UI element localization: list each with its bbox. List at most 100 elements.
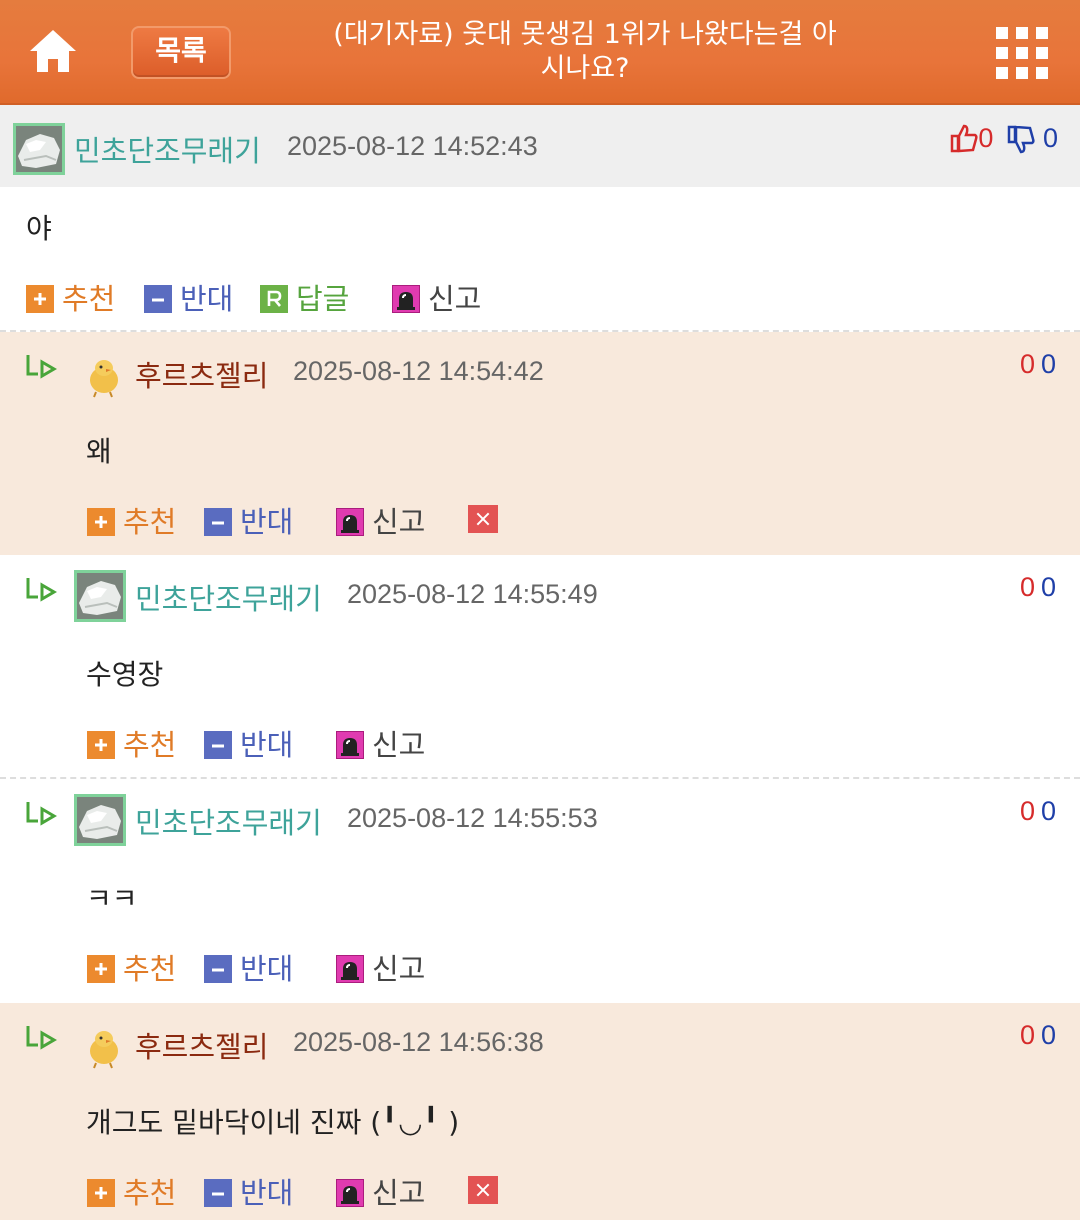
up-count: 0 — [1019, 349, 1035, 379]
avatar[interactable] — [74, 794, 126, 846]
oppose-button[interactable]: 반대 — [204, 722, 293, 764]
post-body: 야 — [26, 212, 52, 245]
comment-item: 후르츠젤리 2025-08-12 14:54:42 00 왜 추천 반대 신고 — [0, 332, 1080, 555]
thumbs-down-icon — [1007, 125, 1035, 154]
title-line-2: 시나요? — [540, 53, 630, 84]
up-count: 0 — [1019, 796, 1035, 826]
stone-avatar-icon — [77, 797, 123, 843]
down-count: 0 — [1040, 796, 1056, 826]
minus-icon — [204, 955, 232, 983]
report-label: 신고 — [372, 1176, 426, 1210]
comment-body: 왜 — [86, 435, 112, 468]
home-button[interactable] — [26, 26, 80, 76]
r-icon — [260, 285, 288, 313]
plus-icon — [26, 285, 54, 313]
timestamp: 2025-08-12 14:55:49 — [347, 579, 598, 609]
report-button[interactable]: 신고 — [392, 276, 481, 318]
oppose-label: 반대 — [240, 505, 294, 539]
author-name[interactable]: 민초단조무래기 — [135, 800, 322, 842]
recommend-button[interactable]: 추천 — [87, 946, 176, 988]
post-body-section: 야 추천 반대 답글 신고 — [0, 187, 1080, 332]
recommend-button[interactable]: 추천 — [87, 499, 176, 541]
avatar[interactable] — [84, 354, 124, 398]
reply-arrow-icon — [26, 578, 57, 602]
report-button[interactable]: 신고 — [336, 946, 425, 988]
reply-label: 답글 — [296, 282, 350, 316]
minus-icon — [204, 1179, 232, 1207]
reply-arrow-icon — [26, 1026, 57, 1050]
comment-item: 민초단조무래기 2025-08-12 14:55:49 00 수영장 추천 반대… — [0, 555, 1080, 779]
report-button[interactable]: 신고 — [336, 722, 425, 764]
down-count: 0 — [1040, 1020, 1056, 1050]
comment-body: 개그도 밑바닥이네 진짜 (╹◡╹ ) — [86, 1106, 460, 1139]
timestamp: 2025-08-12 14:54:42 — [293, 356, 544, 386]
siren-icon — [336, 955, 364, 983]
oppose-label: 반대 — [240, 1176, 294, 1210]
vote-counts: 0 0 — [950, 123, 1058, 155]
oppose-label: 반대 — [240, 728, 294, 762]
recommend-button[interactable]: 추천 — [87, 722, 176, 764]
down-count: 0 — [1040, 572, 1056, 602]
down-count: 0 — [1040, 349, 1056, 379]
list-button[interactable]: 목록 — [131, 26, 231, 79]
post-header: 민초단조무래기 2025-08-12 14:52:43 0 0 — [0, 105, 1080, 187]
up-count: 0 — [1019, 1020, 1035, 1050]
author-name[interactable]: 민초단조무래기 — [74, 128, 261, 170]
report-label: 신고 — [428, 282, 482, 316]
report-label: 신고 — [372, 505, 426, 539]
home-icon — [30, 30, 76, 72]
timestamp: 2025-08-12 14:55:53 — [347, 803, 598, 833]
top-bar: 목록 (대기자료) 웃대 못생김 1위가 나왔다는걸 아 시나요? — [0, 0, 1080, 105]
recommend-button[interactable]: 추천 — [26, 276, 115, 318]
avatar[interactable] — [74, 570, 126, 622]
vote-counts: 00 — [1020, 572, 1056, 603]
comment-body: 수영장 — [86, 658, 164, 691]
recommend-button[interactable]: 추천 — [87, 1170, 176, 1212]
siren-icon — [392, 285, 420, 313]
minus-icon — [204, 508, 232, 536]
oppose-button[interactable]: 반대 — [204, 1170, 293, 1212]
vote-counts: 00 — [1020, 349, 1056, 380]
comment-item: 민초단조무래기 2025-08-12 14:55:53 00 ㅋㅋ 추천 반대 … — [0, 779, 1080, 1003]
reply-arrow-icon — [26, 802, 57, 826]
siren-icon — [336, 731, 364, 759]
recommend-label: 추천 — [123, 505, 177, 539]
avatar[interactable] — [13, 123, 65, 175]
siren-icon — [336, 508, 364, 536]
oppose-label: 반대 — [180, 282, 234, 316]
recommend-label: 추천 — [62, 282, 116, 316]
avatar[interactable] — [84, 1025, 124, 1069]
report-button[interactable]: 신고 — [336, 1170, 425, 1212]
author-name[interactable]: 후르츠젤리 — [135, 353, 268, 395]
author-name[interactable]: 후르츠젤리 — [135, 1024, 268, 1066]
timestamp: 2025-08-12 14:56:38 — [293, 1027, 544, 1057]
close-icon[interactable] — [468, 1176, 498, 1204]
plus-icon — [87, 1179, 115, 1207]
comment-body: ㅋㅋ — [86, 882, 138, 915]
recommend-label: 추천 — [123, 1176, 177, 1210]
author-name[interactable]: 민초단조무래기 — [135, 576, 322, 618]
report-label: 신고 — [372, 952, 426, 986]
oppose-button[interactable]: 반대 — [204, 946, 293, 988]
grid-menu-button[interactable] — [996, 27, 1048, 79]
plus-icon — [87, 508, 115, 536]
down-count: 0 — [1042, 123, 1058, 153]
recommend-label: 추천 — [123, 952, 177, 986]
oppose-label: 반대 — [240, 952, 294, 986]
stone-avatar-icon — [77, 573, 123, 619]
plus-icon — [87, 731, 115, 759]
oppose-button[interactable]: 반대 — [204, 499, 293, 541]
up-count: 0 — [978, 123, 994, 153]
vote-counts: 00 — [1020, 1020, 1056, 1051]
close-icon[interactable] — [468, 505, 498, 533]
thumbs-up-icon — [951, 124, 978, 153]
minus-icon — [144, 285, 172, 313]
timestamp: 2025-08-12 14:52:43 — [287, 131, 538, 161]
report-label: 신고 — [372, 728, 426, 762]
oppose-button[interactable]: 반대 — [144, 276, 233, 318]
siren-icon — [336, 1179, 364, 1207]
reply-button[interactable]: 답글 — [260, 276, 349, 318]
vote-counts: 00 — [1020, 796, 1056, 827]
reply-arrow-icon — [26, 355, 57, 379]
report-button[interactable]: 신고 — [336, 499, 425, 541]
